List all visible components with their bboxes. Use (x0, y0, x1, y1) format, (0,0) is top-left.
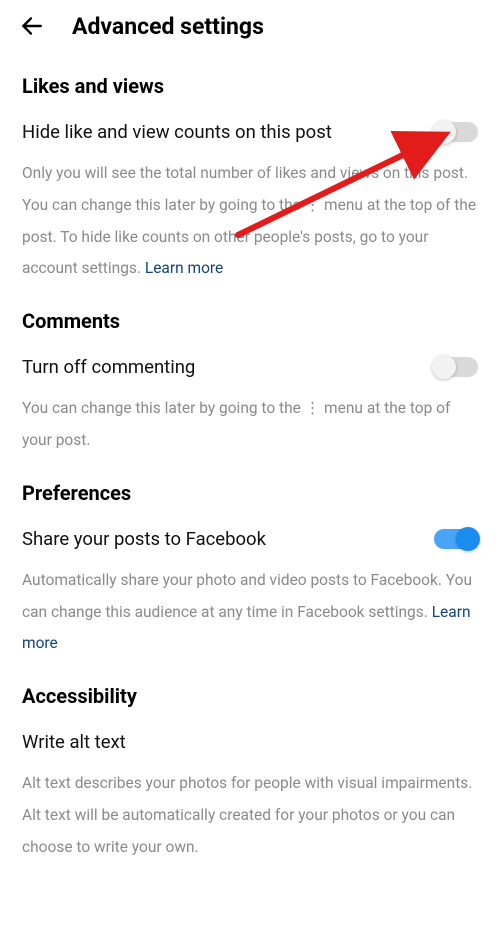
app-header: Advanced settings (0, 0, 500, 50)
section-title-comments: Comments (22, 309, 478, 333)
setting-label-alt-text: Write alt text (22, 730, 126, 754)
toggle-knob (432, 355, 456, 379)
setting-label-hide-likes: Hide like and view counts on this post (22, 120, 332, 144)
toggle-share-facebook[interactable] (434, 529, 478, 549)
toggle-hide-likes[interactable] (434, 122, 478, 142)
setting-label-facebook: Share your posts to Facebook (22, 527, 266, 551)
description-text: Automatically share your photo and video… (22, 571, 472, 621)
setting-turn-off-commenting: Turn off commenting (22, 355, 478, 379)
toggle-knob (432, 120, 456, 144)
page-title: Advanced settings (72, 13, 264, 40)
setting-label-commenting: Turn off commenting (22, 355, 195, 379)
toggle-knob (456, 527, 480, 551)
setting-share-facebook: Share your posts to Facebook (22, 527, 478, 551)
learn-more-link-likes[interactable]: Learn more (145, 259, 223, 277)
description-commenting: You can change this later by going to th… (22, 393, 478, 457)
description-alt-text: Alt text describes your photos for peopl… (22, 768, 478, 863)
section-title-accessibility: Accessibility (22, 684, 478, 708)
back-arrow-icon[interactable] (18, 12, 46, 40)
description-facebook: Automatically share your photo and video… (22, 565, 478, 660)
description-hide-likes: Only you will see the total number of li… (22, 158, 478, 285)
section-title-likes: Likes and views (22, 74, 478, 98)
setting-alt-text[interactable]: Write alt text (22, 730, 478, 754)
setting-hide-likes: Hide like and view counts on this post (22, 120, 478, 144)
description-text: Only you will see the total number of li… (22, 164, 476, 277)
toggle-commenting[interactable] (434, 357, 478, 377)
section-title-preferences: Preferences (22, 481, 478, 505)
